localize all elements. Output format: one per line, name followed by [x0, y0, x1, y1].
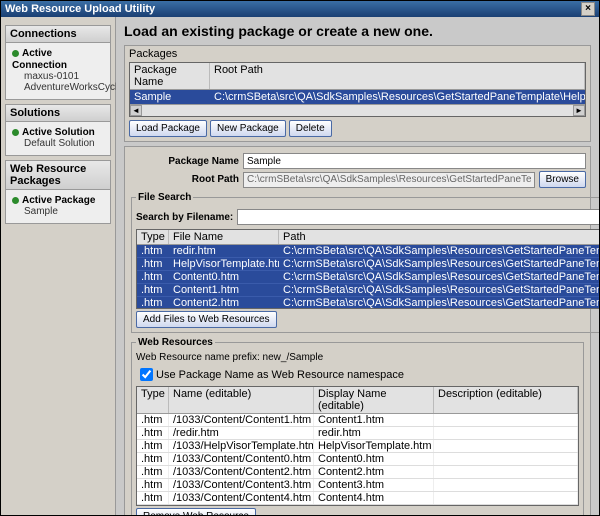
- file-row[interactable]: .htmContent1.htmC:\crmSBeta\src\QA\SdkSa…: [137, 284, 599, 297]
- h-scrollbar[interactable]: ◄►: [130, 104, 585, 116]
- page-title: Load an existing package or create a new…: [124, 23, 591, 39]
- file-search-grid[interactable]: Type File Name Path .htmredir.htmC:\crmS…: [136, 229, 599, 309]
- status-dot-icon: [12, 129, 19, 136]
- file-row[interactable]: .htmHelpVisorTemplate.htmC:\crmSBeta\src…: [137, 258, 599, 271]
- details-group: Package Name Root Path Browse File Searc…: [124, 146, 591, 515]
- web-resource-row[interactable]: .htm/1033/Content/Content3.htmContent3.h…: [137, 479, 578, 492]
- close-icon[interactable]: ×: [581, 2, 595, 16]
- package-row[interactable]: Sample C:\crmSBeta\src\QA\SdkSamples\Res…: [130, 90, 585, 104]
- sidebar-connections-body: Active Connection maxus-0101 AdventureWo…: [5, 43, 111, 100]
- prefix-text: Web Resource name prefix: new_/Sample: [136, 352, 579, 363]
- browse-button[interactable]: Browse: [539, 171, 586, 188]
- file-row[interactable]: .htmredir.htmC:\crmSBeta\src\QA\SdkSampl…: [137, 245, 599, 258]
- scroll-right-icon: ►: [573, 105, 585, 116]
- web-resources-group: Web Resources Web Resource name prefix: …: [131, 337, 584, 515]
- delete-package-button[interactable]: Delete: [289, 120, 332, 137]
- load-package-button[interactable]: Load Package: [129, 120, 207, 137]
- scroll-left-icon: ◄: [130, 105, 142, 116]
- use-package-name-checkbox[interactable]: [140, 368, 153, 381]
- web-resource-row[interactable]: .htm/1033/Content/Content1.htmContent1.h…: [137, 414, 578, 427]
- status-dot-icon: [12, 50, 19, 57]
- sidebar-packages-body: Active Package Sample: [5, 190, 111, 224]
- web-resource-row[interactable]: .htm/1033/HelpVisorTemplate.htmHelpVisor…: [137, 440, 578, 453]
- packages-grid[interactable]: Package Name Root Path Sample C:\crmSBet…: [129, 62, 586, 117]
- status-dot-icon: [12, 197, 19, 204]
- sidebar-solutions-body: Active Solution Default Solution: [5, 122, 111, 156]
- sidebar-packages-head: Web Resource Packages: [5, 160, 111, 190]
- file-row[interactable]: .htmContent2.htmC:\crmSBeta\src\QA\SdkSa…: [137, 297, 599, 309]
- web-resource-row[interactable]: .htm/redir.htmredir.htm: [137, 427, 578, 440]
- file-row[interactable]: .htmContent0.htmC:\crmSBeta\src\QA\SdkSa…: [137, 271, 599, 284]
- web-resource-row[interactable]: .htm/1033/Content/Content4.htmContent4.h…: [137, 492, 578, 505]
- remove-web-resource-button[interactable]: Remove Web Resource: [136, 508, 256, 515]
- root-path-input: [243, 172, 535, 188]
- window-title: Web Resource Upload Utility: [5, 1, 155, 17]
- sidebar-connections-head: Connections: [5, 25, 111, 43]
- web-resource-row[interactable]: .htm/1033/Content/Content2.htmContent2.h…: [137, 466, 578, 479]
- add-files-button[interactable]: Add Files to Web Resources: [136, 311, 277, 328]
- sidebar: Connections Active Connection maxus-0101…: [1, 17, 116, 515]
- content-area: Load an existing package or create a new…: [116, 17, 599, 515]
- title-bar: Web Resource Upload Utility ×: [1, 1, 599, 17]
- web-resources-grid[interactable]: Type Name (editable) Display Name (edita…: [136, 386, 579, 506]
- package-name-input[interactable]: [243, 153, 586, 169]
- search-input[interactable]: [237, 209, 599, 225]
- packages-group: Packages Package Name Root Path Sample C…: [124, 45, 591, 142]
- file-search-group: File Search Search by Filename: Search T…: [131, 192, 599, 333]
- new-package-button[interactable]: New Package: [210, 120, 286, 137]
- sidebar-solutions-head: Solutions: [5, 104, 111, 122]
- web-resource-row[interactable]: .htm/1033/Content/Content0.htmContent0.h…: [137, 453, 578, 466]
